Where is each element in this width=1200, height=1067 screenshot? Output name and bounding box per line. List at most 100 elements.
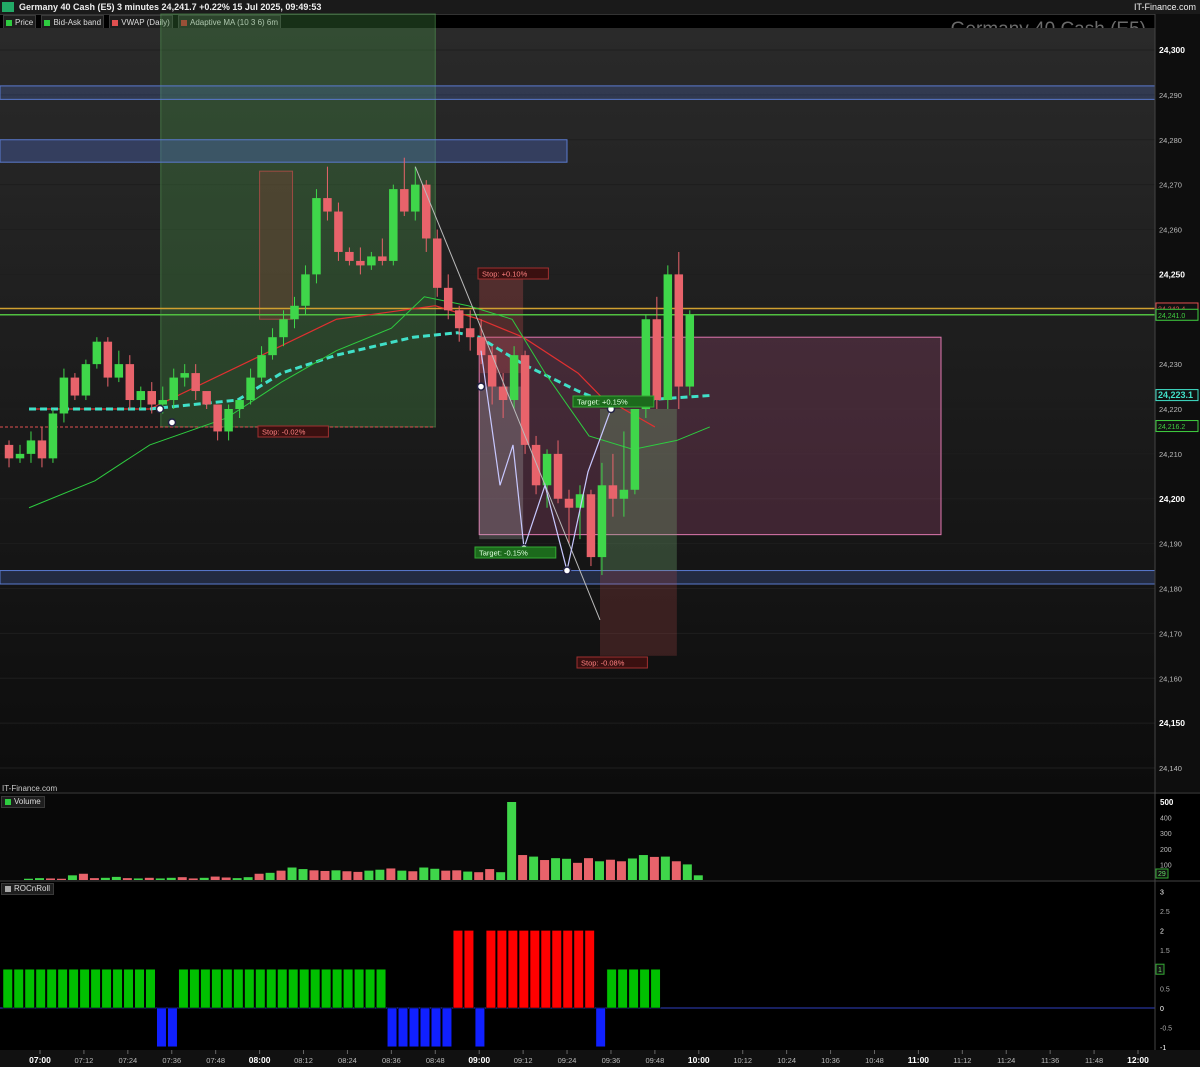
- candle-body: [114, 364, 124, 378]
- candle-body: [48, 413, 58, 459]
- time-tick-label: 08:00: [249, 1055, 271, 1065]
- roc-bar: [474, 1007, 485, 1048]
- volume-last-label: 29: [1158, 871, 1166, 878]
- volume-bar: [320, 870, 330, 880]
- roc-bar: [101, 968, 112, 1009]
- candle-body: [301, 274, 310, 306]
- annotation-stop-2: Stop: +0.10%: [482, 270, 528, 279]
- volume-bar: [342, 871, 352, 880]
- roc-bar: [134, 968, 145, 1009]
- volume-bar: [660, 856, 670, 880]
- time-tick-label: 07:48: [206, 1056, 225, 1065]
- time-tick-label: 10:12: [733, 1056, 752, 1065]
- candle-body: [608, 485, 618, 499]
- roc-bar: [452, 930, 463, 1009]
- candle-body: [59, 377, 69, 414]
- roc-bar: [200, 968, 211, 1009]
- candle-body: [37, 440, 47, 459]
- candle-body: [312, 198, 321, 275]
- candle-body: [246, 377, 255, 401]
- volume-bar: [496, 872, 506, 880]
- roc-bar: [299, 968, 310, 1009]
- roc-bar: [13, 968, 24, 1009]
- roc-bar: [35, 968, 46, 1009]
- volume-bar: [485, 869, 495, 880]
- roc-tick-label: 3: [1160, 890, 1164, 897]
- volume-bar: [45, 878, 55, 880]
- roc-bar: [288, 968, 299, 1009]
- candle-body: [367, 256, 376, 266]
- volume-tick-label: 500: [1160, 798, 1174, 807]
- volume-bar: [24, 878, 34, 880]
- volume-bar: [199, 877, 209, 880]
- volume-tick-label: 200: [1160, 847, 1172, 854]
- roc-bar: [398, 1007, 409, 1048]
- candle-body: [158, 400, 167, 405]
- candle-body: [279, 319, 288, 338]
- roc-bar: [112, 968, 123, 1009]
- roc-tick-label: 0: [1160, 1006, 1164, 1013]
- roc-bar: [68, 968, 79, 1009]
- candle-body: [323, 198, 332, 212]
- volume-bar: [364, 870, 374, 880]
- volume-bar: [331, 870, 341, 880]
- roc-bar: [441, 1007, 452, 1048]
- roc-bar: [485, 930, 496, 1009]
- candle-body: [674, 274, 684, 387]
- volume-bar: [298, 869, 308, 880]
- time-tick-label: 07:00: [29, 1055, 51, 1065]
- price-tick-label: 24,250: [1159, 269, 1185, 279]
- candle-body: [663, 274, 673, 401]
- roc-bar: [617, 968, 628, 1009]
- resistance-zone-2: [0, 139, 568, 163]
- candle-body: [389, 189, 398, 261]
- volume-panel-label[interactable]: Volume: [1, 796, 45, 808]
- price-tick-label: 24,210: [1159, 450, 1182, 459]
- volume-bar: [463, 871, 473, 880]
- roc-bar: [650, 968, 661, 1009]
- candle-body: [4, 444, 14, 459]
- roc-bar: [639, 968, 650, 1009]
- chart-canvas[interactable]: Stop: -0.02% Stop: +0.10% Target: -0.15% Ta…: [0, 0, 1200, 1067]
- candle-body: [26, 440, 36, 454]
- candle-body: [542, 453, 552, 486]
- roc-tick-label: -0.5: [1160, 1025, 1172, 1032]
- time-tick-label: 11:24: [997, 1056, 1015, 1065]
- time-tick-label: 08:12: [294, 1056, 313, 1065]
- roc-bar: [321, 968, 332, 1009]
- time-tick-label: 10:48: [865, 1056, 884, 1065]
- pivot-dot: [476, 382, 486, 391]
- volume-bar: [551, 858, 561, 880]
- roc-bar: [178, 968, 189, 1009]
- volume-bar: [177, 877, 187, 880]
- candle-body: [520, 355, 530, 445]
- volume-tick-label: 300: [1160, 831, 1172, 838]
- price-tick-label: 24,270: [1159, 181, 1182, 190]
- volume-bar: [474, 872, 484, 880]
- roc-bar: [211, 968, 222, 1009]
- candle-body: [147, 391, 157, 405]
- roc-bar: [277, 968, 288, 1009]
- roc-bar: [387, 1007, 398, 1048]
- roc-panel-label[interactable]: ROCnRoll: [1, 883, 55, 895]
- time-tick-label: 09:24: [558, 1056, 577, 1065]
- volume-bar: [671, 861, 681, 880]
- roc-bar: [518, 930, 529, 1009]
- candle-body: [400, 189, 409, 212]
- volume-bar: [254, 873, 264, 880]
- candle-body: [597, 485, 607, 558]
- candle-body: [630, 409, 640, 490]
- price-tick-label: 24,300: [1159, 45, 1185, 55]
- volume-bar: [309, 870, 319, 880]
- roc-bar: [244, 968, 255, 1009]
- candle-body: [465, 328, 475, 338]
- time-tick-label: 08:48: [426, 1056, 445, 1065]
- volume-bar: [100, 877, 110, 880]
- candle-body: [411, 184, 420, 212]
- roc-tick-label: 2: [1160, 928, 1164, 935]
- time-tick-label: 12:00: [1127, 1055, 1149, 1065]
- volume-bar: [584, 858, 593, 880]
- candle-body: [70, 377, 80, 396]
- roc-bar: [419, 1007, 430, 1048]
- price-tick-label: 24,200: [1159, 494, 1185, 504]
